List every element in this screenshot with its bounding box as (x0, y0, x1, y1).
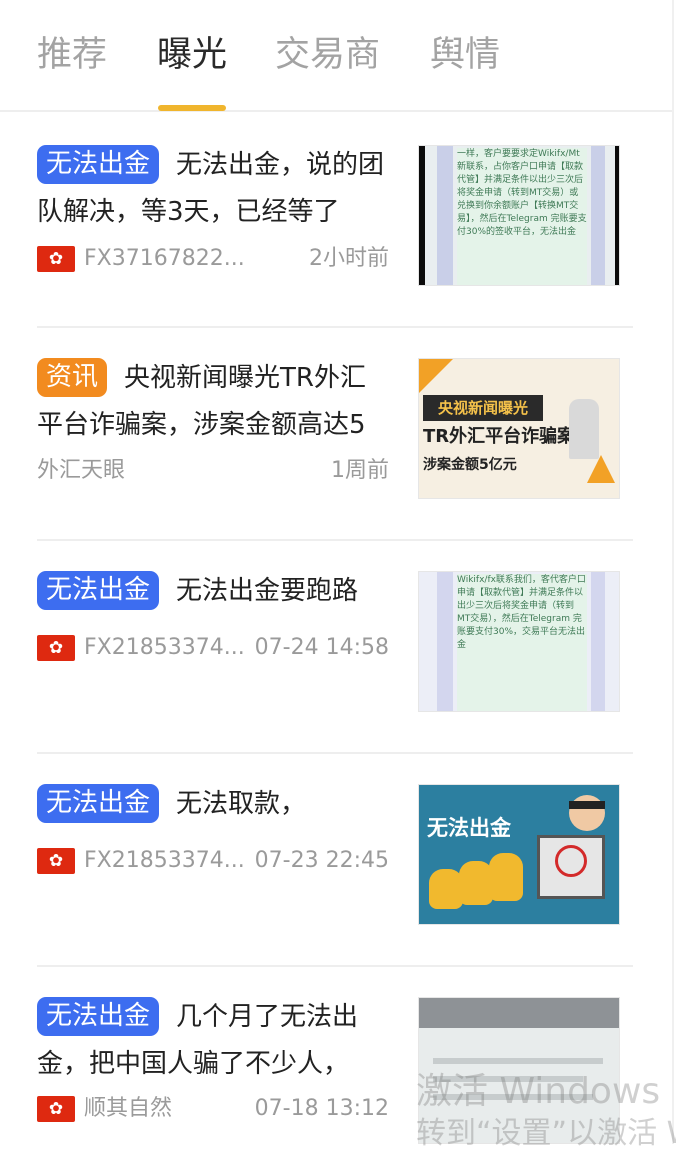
activation-watermark-subtext: 转到“设置”以激活 W (416, 1116, 676, 1151)
post-time: 07-24 14:58 (254, 635, 389, 660)
tab-recommend[interactable]: 推荐 (37, 30, 107, 80)
card-title: 无法出金 无法取款， (37, 781, 389, 828)
author-name: FX21853374... (84, 848, 245, 873)
active-tab-indicator (158, 105, 226, 111)
category-badge: 无法出金 (37, 571, 160, 610)
card-title: 无法出金 无法出金要跑路 (37, 568, 389, 615)
card-meta: ✿ FX37167822... 2小时前 (37, 239, 389, 279)
author-name: 外汇天眼 (37, 458, 126, 483)
post-time: 2小时前 (309, 246, 389, 271)
tab-brokers[interactable]: 交易商 (275, 30, 380, 80)
category-badge: 无法出金 (37, 145, 160, 184)
post-time: 07-23 22:45 (254, 848, 389, 873)
hk-flag-icon: ✿ (37, 635, 75, 661)
card-meta: ✿ FX21853374... 07-24 14:58 (37, 628, 389, 668)
hk-flag-icon: ✿ (37, 848, 75, 874)
card-title-text: 无法取款， (176, 789, 307, 819)
category-badge: 无法出金 (37, 997, 160, 1036)
divider (37, 539, 633, 541)
post-time: 1周前 (331, 458, 389, 483)
thumbnail-image: 央视新闻曝光 TR外汇平台诈骗案 涉案金额5亿元 (418, 358, 620, 499)
divider (37, 752, 633, 754)
scrollbar-track (672, 0, 674, 1144)
news-card[interactable]: 无法出金 无法取款， ✿ FX21853374... 07-23 22:45 无法… (37, 781, 633, 931)
author-name: FX37167822... (84, 246, 245, 271)
top-tab-bar: 推荐 曝光 交易商 舆情 (0, 0, 672, 112)
divider (37, 965, 633, 967)
tab-sentiment[interactable]: 舆情 (430, 30, 500, 80)
thumbnail-image: Wikifx/fx联系我们，客代客户口申请【取款代管】并满足条件以出少三次后将奖… (418, 571, 620, 712)
activation-watermark: 激活 Windows (416, 1071, 661, 1112)
category-badge: 无法出金 (37, 784, 160, 823)
card-title: 无法出金 几个月了无法出金，把中国人骗了不少人， (37, 994, 389, 1088)
author-name: 顺其自然 (84, 1096, 173, 1121)
hk-flag-icon: ✿ (37, 1096, 75, 1122)
news-card[interactable]: 无法出金 无法出金要跑路 ✿ FX21853374... 07-24 14:58 … (37, 568, 633, 718)
divider (37, 326, 633, 328)
news-card[interactable]: 无法出金 无法出金，说的团队解决，等3天，已经等了 ✿ FX37167822...… (37, 142, 633, 292)
card-title: 无法出金 无法出金，说的团队解决，等3天，已经等了 (37, 142, 389, 236)
thumbnail-image: 无法出金 (418, 784, 620, 925)
tab-exposure[interactable]: 曝光 (157, 30, 227, 80)
card-meta: ✿ 顺其自然 07-18 13:12 (37, 1089, 389, 1129)
thumbnail-image: 一样，客户要要求定Wikifx/Mt新联系，占你客户口申请【取款代管】并满足条件… (418, 145, 620, 286)
hk-flag-icon: ✿ (37, 246, 75, 272)
author-name: FX21853374... (84, 635, 245, 660)
news-card[interactable]: 资讯 央视新闻曝光TR外汇平台诈骗案，涉案金额高达5 外汇天眼 1周前 央视新闻曝… (37, 355, 633, 505)
card-meta: ✿ FX21853374... 07-23 22:45 (37, 841, 389, 881)
post-time: 07-18 13:12 (254, 1096, 389, 1121)
category-badge: 资讯 (37, 358, 108, 397)
card-title: 资讯 央视新闻曝光TR外汇平台诈骗案，涉案金额高达5 (37, 355, 389, 449)
card-title-text: 无法出金要跑路 (176, 576, 359, 606)
card-meta: 外汇天眼 1周前 (37, 451, 389, 491)
